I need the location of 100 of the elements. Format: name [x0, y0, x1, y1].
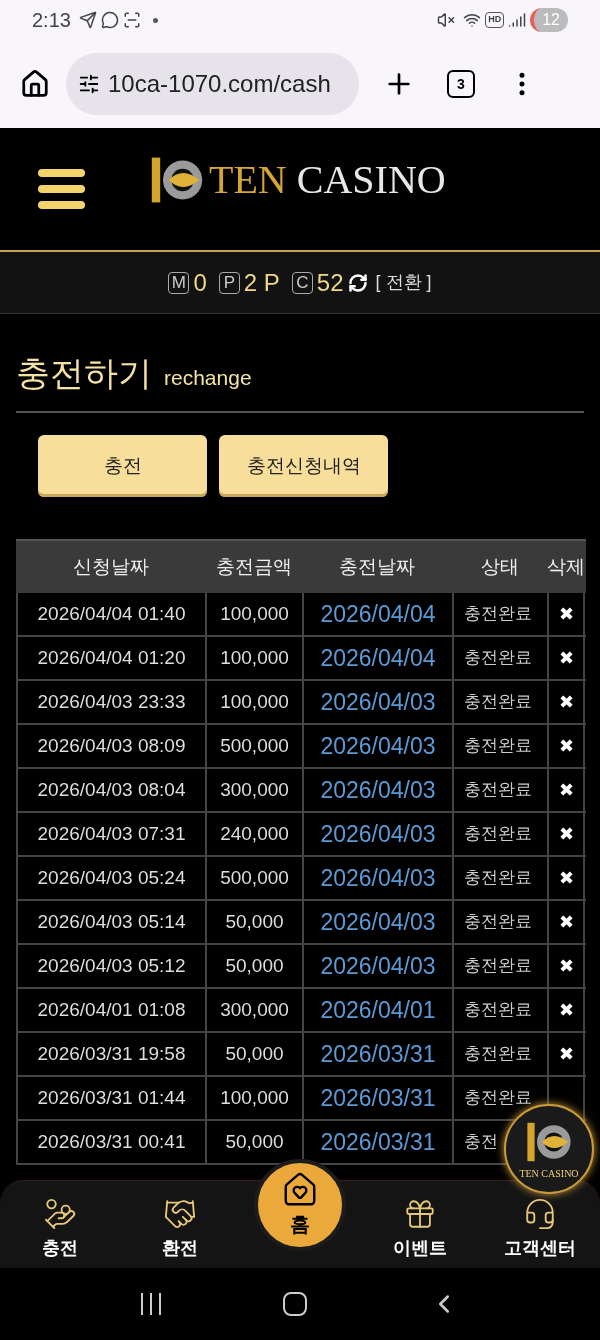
table-cell: 충전완료 [452, 769, 547, 811]
gift-icon [403, 1197, 437, 1231]
delete-button[interactable]: ✖ [558, 644, 574, 672]
table-cell: 100,000 [205, 637, 302, 679]
point-type-badge: C [291, 271, 313, 294]
nav-item[interactable]: 고객센터 [504, 1197, 576, 1262]
delete-button[interactable]: ✖ [558, 776, 574, 804]
delete-button[interactable]: ✖ [558, 1040, 574, 1068]
table-cell: 2026/04/03 23:33 [16, 681, 205, 723]
recent-apps-icon[interactable] [141, 1293, 161, 1315]
table-cell: 2026/04/01 [302, 989, 452, 1031]
tab-count[interactable]: 3 [447, 70, 475, 98]
switch-link[interactable]: [ 전환 ] [375, 269, 432, 296]
table-cell: 2026/04/03 05:12 [16, 945, 205, 987]
nav-item[interactable]: 충전 [42, 1197, 78, 1262]
nav-item[interactable]: 환전 [162, 1197, 198, 1262]
mute-icon [437, 11, 456, 29]
table-cell: 2026/04/03 08:04 [16, 769, 205, 811]
table-cell: 충전완료 [452, 901, 547, 943]
table-cell: 2026/04/03 [302, 945, 452, 987]
refresh-icon[interactable] [347, 272, 368, 293]
point-value: 0 [193, 267, 207, 298]
signal-icon [508, 11, 527, 29]
table-cell: 충전완료 [452, 813, 547, 855]
delete-button[interactable]: ✖ [558, 952, 574, 980]
table-cell: 50,000 [205, 945, 302, 987]
table-cell: 300,000 [205, 769, 302, 811]
hand-coins-icon [43, 1197, 77, 1231]
table-cell: 2026/04/03 [302, 769, 452, 811]
telegram-icon [78, 11, 97, 29]
site-settings-icon [78, 73, 100, 95]
home-button-icon[interactable] [283, 1292, 307, 1316]
table-cell: 2026/04/03 [302, 857, 452, 899]
delete-button[interactable]: ✖ [558, 732, 574, 760]
delete-button[interactable]: ✖ [558, 820, 574, 848]
table-cell: 2026/04/03 07:31 [16, 813, 205, 855]
column-header: 충전날짜 [339, 554, 415, 579]
status-time: 2:13 [32, 8, 71, 33]
table-cell: 2026/04/03 08:09 [16, 725, 205, 767]
hd-icon: HD [485, 12, 505, 28]
table-cell: 충전완료 [452, 945, 547, 987]
delete-button[interactable]: ✖ [558, 688, 574, 716]
table-cell: 2026/04/04 01:40 [16, 593, 205, 635]
table-cell: 240,000 [205, 813, 302, 855]
table-cell: 2026/04/03 [302, 901, 452, 943]
table-cell: 2026/04/03 [302, 681, 452, 723]
column-header: 충전금액 [215, 554, 292, 579]
table-cell: 2026/03/31 [302, 1033, 452, 1075]
column-header: 신청날짜 [72, 554, 149, 579]
delete-button[interactable]: ✖ [558, 996, 574, 1024]
table-cell: 2026/04/04 [302, 593, 452, 635]
delete-button[interactable]: ✖ [558, 600, 574, 628]
table-cell: 충전완료 [452, 637, 547, 679]
table-cell: 2026/03/31 01:44 [16, 1077, 205, 1119]
table-cell: 충전완료 [452, 1033, 547, 1075]
url-text: 10ca-1070.com/cash [108, 69, 331, 99]
table-cell: 500,000 [205, 857, 302, 899]
table-cell: 2026/04/03 05:14 [16, 901, 205, 943]
table-cell: 2026/03/31 19:58 [16, 1033, 205, 1075]
point-value: 52 [316, 267, 344, 298]
column-header: 상태 [480, 554, 519, 579]
table-cell: 충전완료 [452, 681, 547, 723]
page-subtitle: rechange [164, 365, 252, 391]
table-cell: 300,000 [205, 989, 302, 1031]
url-field[interactable]: 10ca-1070.com/cash [66, 53, 359, 115]
floating-logo-badge[interactable]: TEN CASINO [504, 1104, 594, 1194]
badge-text: TEN CASINO [519, 1166, 579, 1181]
table-cell: 2026/03/31 00:41 [16, 1121, 205, 1163]
table-cell: 2026/04/03 [302, 725, 452, 767]
table-cell: 50,000 [205, 1033, 302, 1075]
table-cell: 충전완료 [452, 857, 547, 899]
tab-button[interactable]: 충전 [38, 435, 207, 497]
point-value: 2 P [243, 267, 280, 298]
table-cell: 2026/04/03 05:24 [16, 857, 205, 899]
table-cell: 2026/04/04 01:20 [16, 637, 205, 679]
nav-item[interactable]: 이벤트 [393, 1197, 447, 1262]
table-cell: 충전완료 [452, 989, 547, 1031]
menu-icon[interactable] [38, 169, 85, 209]
column-header: 삭제 [547, 554, 585, 579]
table-cell: 2026/04/01 01:08 [16, 989, 205, 1031]
home-nav-button[interactable]: 홈 [254, 1159, 346, 1251]
battery-indicator: 12 [530, 8, 568, 32]
delete-button[interactable]: ✖ [558, 864, 574, 892]
handshake-icon [163, 1197, 197, 1231]
screenshot-icon [122, 11, 141, 29]
table-cell: 500,000 [205, 725, 302, 767]
logo-text: TEN CASINO [209, 156, 446, 204]
table-cell: 100,000 [205, 681, 302, 723]
table-cell: 100,000 [205, 593, 302, 635]
table-cell: 2026/04/03 [302, 813, 452, 855]
home-icon[interactable] [20, 69, 50, 99]
table-cell: 100,000 [205, 1077, 302, 1119]
delete-button[interactable]: ✖ [558, 908, 574, 936]
tab-button[interactable]: 충전신청내역 [219, 435, 388, 497]
headset-icon [523, 1197, 557, 1231]
point-type-badge: M [168, 271, 190, 294]
table-cell: 충전완료 [452, 593, 547, 635]
message-icon [100, 11, 119, 29]
table-cell: 충전완료 [452, 725, 547, 767]
point-type-badge: P [218, 271, 240, 294]
